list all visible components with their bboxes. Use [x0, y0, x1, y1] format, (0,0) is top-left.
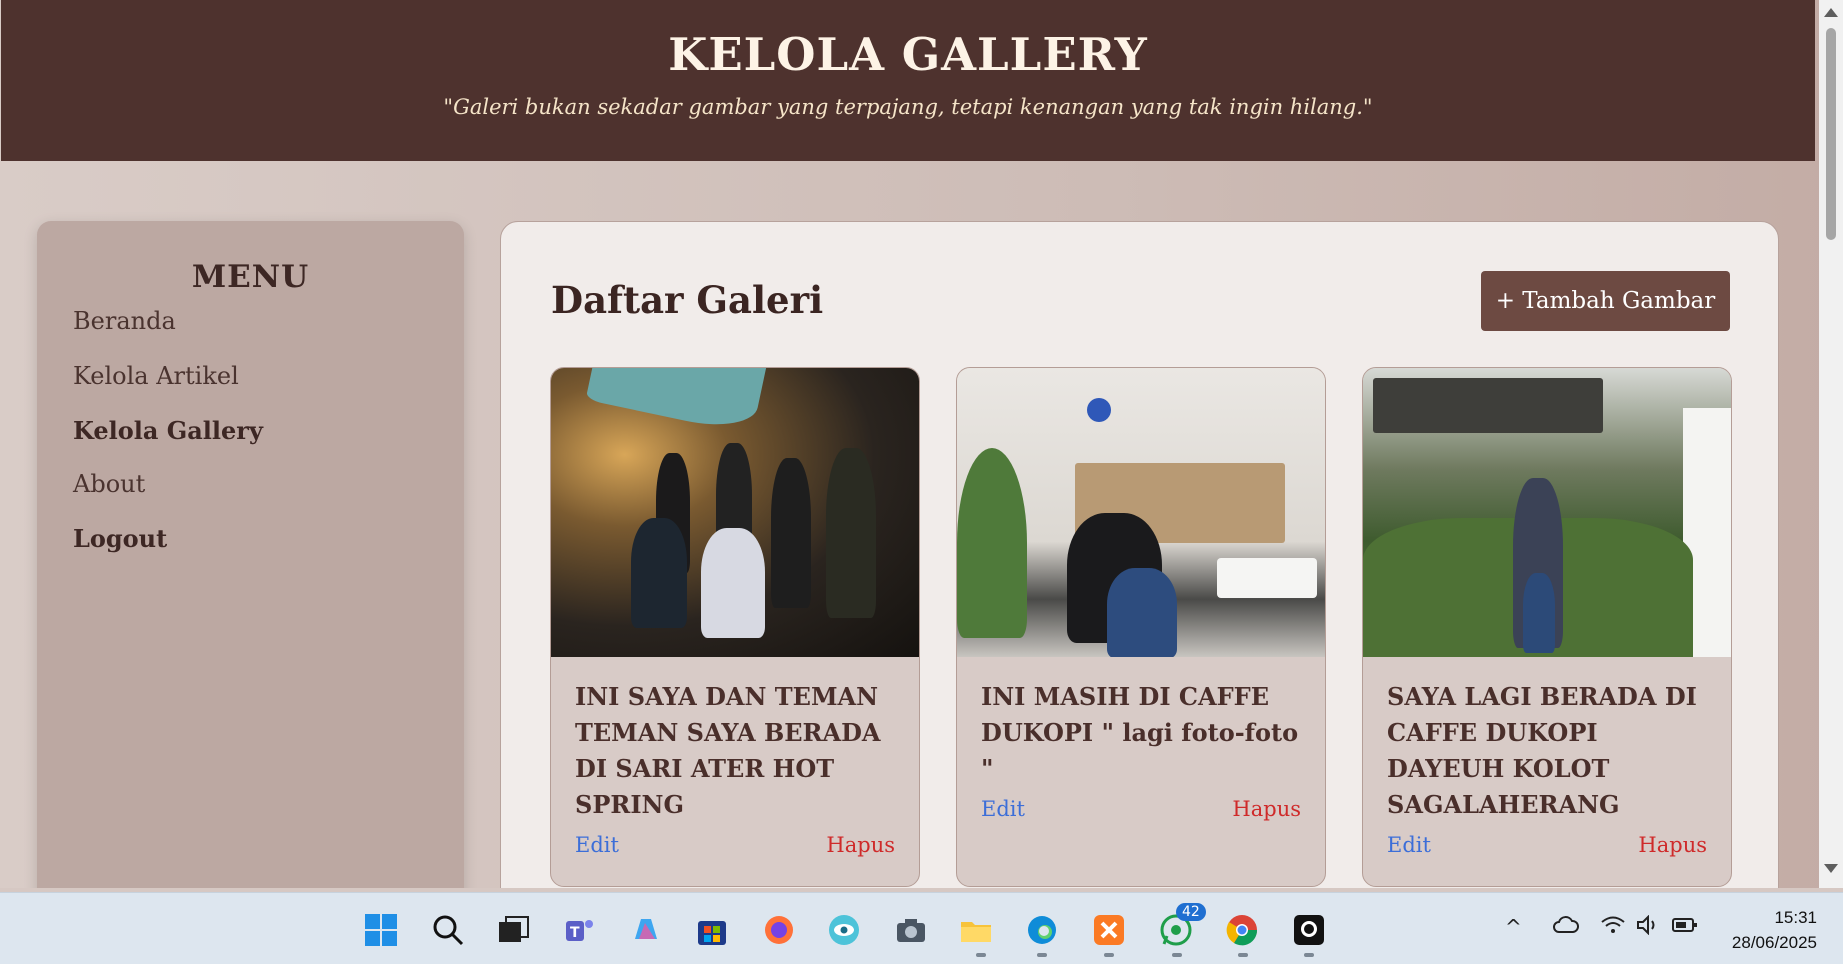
- gallery-card-title: INI MASIH DI CAFFE DUKOPI " lagi foto-fo…: [981, 682, 1299, 783]
- header-quote: "Galeri bukan sekadar gambar yang terpaj…: [443, 95, 1373, 119]
- github-icon[interactable]: [1290, 911, 1328, 949]
- scroll-up-icon[interactable]: [1824, 8, 1838, 17]
- gallery-image: [1363, 368, 1731, 657]
- gallery-image: [957, 368, 1325, 657]
- sidebar-item-beranda[interactable]: Beranda: [73, 307, 176, 335]
- windows-taskbar: T 42 ^ 15:31 28/06/2025: [0, 892, 1843, 964]
- scroll-down-icon[interactable]: [1824, 864, 1838, 873]
- gallery-panel: Daftar Galeri + Tambah Gambar INI SAYA D…: [500, 221, 1779, 888]
- vertical-scrollbar[interactable]: [1819, 0, 1843, 888]
- gallery-card-title: SAYA LAGI BERADA DI CAFFE DUKOPI DAYEUH …: [1387, 682, 1697, 819]
- delete-link[interactable]: Hapus: [1232, 797, 1301, 821]
- page-header: KELOLA GALLERY "Galeri bukan sekadar gam…: [1, 0, 1815, 161]
- delete-link[interactable]: Hapus: [826, 833, 895, 857]
- task-view-icon[interactable]: [494, 911, 532, 949]
- wifi-icon[interactable]: [1600, 915, 1626, 940]
- gallery-card: INI SAYA DAN TEMAN TEMAN SAYA BERADA DI …: [550, 367, 920, 887]
- gallery-card: INI MASIH DI CAFFE DUKOPI " lagi foto-fo…: [956, 367, 1326, 887]
- sidebar-item-kelola-gallery[interactable]: Kelola Gallery: [73, 416, 263, 445]
- sidebar-item-about[interactable]: About: [73, 470, 145, 498]
- browser-viewport: KELOLA GALLERY "Galeri bukan sekadar gam…: [0, 0, 1843, 888]
- whatsapp-unread-badge: 42: [1176, 903, 1206, 921]
- gallery-image: [551, 368, 919, 657]
- gallery-card-title: INI SAYA DAN TEMAN TEMAN SAYA BERADA DI …: [575, 682, 881, 819]
- xampp-icon[interactable]: [1090, 911, 1128, 949]
- edit-link[interactable]: Edit: [981, 797, 1025, 821]
- edit-link[interactable]: Edit: [1387, 833, 1431, 857]
- volume-icon[interactable]: [1636, 914, 1660, 940]
- battery-icon[interactable]: [1672, 915, 1698, 940]
- firefox-icon[interactable]: [760, 911, 798, 949]
- chevron-up-icon[interactable]: ^: [1505, 915, 1522, 939]
- page-title: KELOLA GALLERY: [668, 28, 1148, 81]
- scroll-thumb[interactable]: [1826, 28, 1836, 240]
- camera-icon[interactable]: [892, 911, 930, 949]
- search-icon[interactable]: [429, 911, 467, 949]
- copilot-icon[interactable]: [627, 911, 665, 949]
- menu-heading: MENU: [191, 259, 310, 295]
- windows-start-icon[interactable]: [362, 911, 400, 949]
- system-clock[interactable]: 15:31 28/06/2025: [1732, 905, 1817, 955]
- gallery-card: SAYA LAGI BERADA DI CAFFE DUKOPI DAYEUH …: [1362, 367, 1732, 887]
- edge-icon[interactable]: [1023, 911, 1061, 949]
- sidebar-item-kelola-artikel[interactable]: Kelola Artikel: [73, 362, 239, 390]
- chrome-icon[interactable]: [1223, 911, 1261, 949]
- clock-time: 15:31: [1774, 908, 1817, 927]
- sidebar-item-logout[interactable]: Logout: [73, 524, 167, 553]
- file-explorer-icon[interactable]: [957, 911, 995, 949]
- store-icon[interactable]: [693, 911, 731, 949]
- gallery-list-title: Daftar Galeri: [551, 278, 824, 322]
- delete-link[interactable]: Hapus: [1638, 833, 1707, 857]
- edit-link[interactable]: Edit: [575, 833, 619, 857]
- add-image-button[interactable]: + Tambah Gambar: [1481, 271, 1730, 331]
- cloud-icon[interactable]: [1553, 915, 1579, 940]
- eye-icon[interactable]: [825, 911, 863, 949]
- teams-icon[interactable]: T: [560, 911, 598, 949]
- clock-date: 28/06/2025: [1731, 933, 1817, 952]
- svg-text:T: T: [570, 925, 580, 941]
- sidebar-menu: MENU Beranda Kelola Artikel Kelola Galle…: [37, 221, 464, 888]
